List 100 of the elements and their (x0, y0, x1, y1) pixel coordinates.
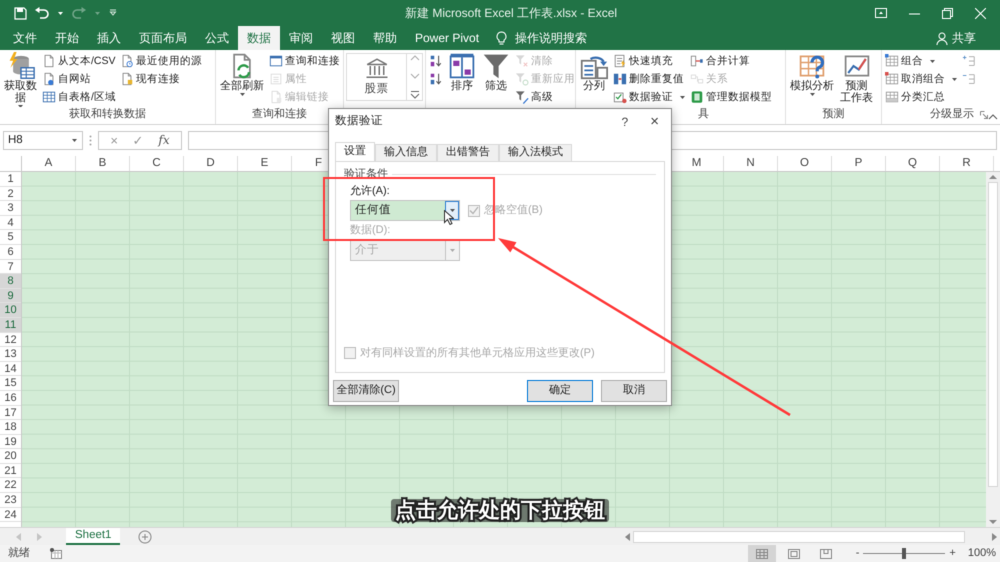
zoom-out-button[interactable]: - (856, 546, 860, 560)
row-header[interactable]: 23 (0, 493, 21, 508)
name-box[interactable]: H8 (3, 131, 83, 150)
vertical-scrollbar[interactable] (986, 172, 1000, 527)
row-header[interactable]: 15 (0, 376, 21, 391)
help-button[interactable]: ? (618, 114, 632, 130)
ribbon-tab[interactable]: Power Pivot (406, 26, 488, 50)
close-icon[interactable] (975, 8, 986, 18)
more-icon[interactable] (410, 90, 420, 100)
ribbon-button[interactable]: 分列 (578, 52, 610, 107)
share-button[interactable]: 共享 (952, 30, 976, 46)
ribbon-button[interactable]: 查询和连接 (268, 52, 341, 70)
insert-function-button[interactable]: fx (158, 133, 170, 148)
column-header[interactable]: O (778, 156, 832, 171)
ribbon-button[interactable]: 快速填充 (612, 52, 687, 70)
ribbon-button[interactable]: 自网站 (41, 70, 117, 88)
close-button[interactable]: × (646, 113, 663, 131)
macro-record-icon[interactable] (50, 548, 62, 559)
add-sheet-icon[interactable] (138, 530, 152, 544)
ribbon-tab[interactable]: 公式 (196, 26, 238, 50)
row-header[interactable]: 21 (0, 464, 21, 478)
ribbon-tab[interactable]: 文件 (4, 26, 46, 50)
dialog-tab[interactable]: 输入信息 (375, 144, 437, 161)
row-header[interactable]: 24 (0, 508, 21, 522)
row-header[interactable]: 13 (0, 347, 21, 362)
redo-icon[interactable] (72, 7, 86, 19)
column-header[interactable]: C (130, 156, 184, 171)
gallery-item[interactable]: 股票 (347, 54, 406, 100)
ribbon-button[interactable]: 模拟分析 (788, 52, 836, 107)
dialog-button[interactable]: 确定 (527, 380, 593, 402)
search-field[interactable]: 操作说明搜索 (515, 30, 588, 46)
column-header[interactable]: B (76, 156, 130, 171)
dialog-tab[interactable]: 出错警告 (437, 144, 499, 161)
dialog-button[interactable]: 取消 (601, 380, 667, 402)
row-header[interactable]: 14 (0, 362, 21, 376)
row-header[interactable]: 6 (0, 244, 21, 260)
column-header[interactable]: Q (886, 156, 940, 171)
ribbon-button[interactable]: 最近使用的源 (118, 52, 203, 70)
ribbon-tab[interactable]: 审阅 (280, 26, 322, 50)
dialog-tab[interactable]: 设置 (335, 142, 375, 161)
ribbon-display-icon[interactable] (875, 8, 887, 18)
column-header[interactable]: A (22, 156, 76, 171)
dropdown-field[interactable]: 任何值 (350, 200, 460, 222)
scroll-down-icon[interactable] (410, 72, 420, 80)
customize-icon[interactable] (109, 9, 117, 17)
scroll-up-icon[interactable] (410, 54, 420, 62)
restore-icon[interactable] (942, 8, 953, 18)
ribbon-button[interactable]: 高级 (514, 88, 575, 106)
row-header[interactable]: 5 (0, 230, 21, 245)
ribbon-button[interactable]: 从文本/CSV (41, 52, 117, 70)
row-header[interactable]: 12 (0, 332, 21, 348)
column-header[interactable]: P (832, 156, 886, 171)
row-header[interactable]: 9 (0, 288, 21, 304)
undo-icon[interactable] (35, 7, 49, 19)
ribbon-button[interactable]: 删除重复值 (612, 70, 687, 88)
collapse-ribbon-icon[interactable] (988, 114, 998, 120)
ribbon-button[interactable]: 现有连接 (118, 70, 203, 88)
ribbon-button[interactable]: 排序 (446, 52, 478, 107)
row-header[interactable]: 18 (0, 420, 21, 435)
view-button[interactable] (748, 545, 776, 562)
ribbon-tab[interactable]: 插入 (88, 26, 130, 50)
column-header[interactable]: E (238, 156, 292, 171)
save-icon[interactable] (14, 6, 27, 20)
row-header[interactable]: 4 (0, 216, 21, 230)
ribbon-tab[interactable]: 视图 (322, 26, 364, 50)
ribbon-button[interactable]: 全部刷新 (218, 52, 266, 107)
row-header[interactable]: 1 (0, 172, 21, 187)
ribbon-button[interactable]: 获取数 据 (2, 52, 39, 107)
row-header[interactable]: 10 (0, 303, 21, 318)
slider-thumb[interactable] (902, 548, 906, 559)
ribbon-tab[interactable]: 数据 (238, 26, 280, 50)
row-header[interactable]: 22 (0, 478, 21, 494)
ribbon-button[interactable]: 自表格/区域 (41, 88, 117, 106)
column-header[interactable]: N (724, 156, 778, 171)
column-header[interactable]: R (940, 156, 994, 171)
ribbon-tab[interactable]: 开始 (46, 26, 88, 50)
row-header[interactable]: 17 (0, 406, 21, 420)
ribbon-button[interactable]: 预测 工作表 (838, 52, 875, 107)
dialog-tab[interactable]: 输入法模式 (499, 144, 572, 161)
row-header[interactable]: 3 (0, 201, 21, 216)
row-header[interactable]: 8 (0, 274, 21, 289)
ribbon-button[interactable]: 分类汇总 (884, 88, 959, 106)
row-header[interactable]: 20 (0, 449, 21, 464)
column-header[interactable]: D (184, 156, 238, 171)
zoom-in-button[interactable]: + (949, 546, 956, 560)
ribbon-button[interactable]: 合并计算 (689, 52, 773, 70)
sheet-tab[interactable]: Sheet1 (66, 528, 120, 545)
row-header[interactable]: 19 (0, 434, 21, 450)
dialog-launcher-icon[interactable] (980, 111, 988, 119)
row-header[interactable]: 11 (0, 318, 21, 333)
row-header[interactable]: 2 (0, 186, 21, 202)
ribbon-button[interactable]: 组合 (884, 52, 959, 70)
row-header[interactable]: 16 (0, 390, 21, 406)
ribbon-tab[interactable]: 帮助 (364, 26, 406, 50)
dialog-button[interactable]: 全部清除(C) (333, 380, 399, 402)
ribbon-tab[interactable]: 页面布局 (130, 26, 196, 50)
ribbon-button[interactable]: 管理数据模型 (689, 88, 773, 106)
ribbon-button[interactable]: 取消组合 (884, 70, 959, 88)
ribbon-button[interactable]: 数据验证 (612, 88, 687, 106)
ribbon-button[interactable]: 筛选 (480, 52, 512, 107)
